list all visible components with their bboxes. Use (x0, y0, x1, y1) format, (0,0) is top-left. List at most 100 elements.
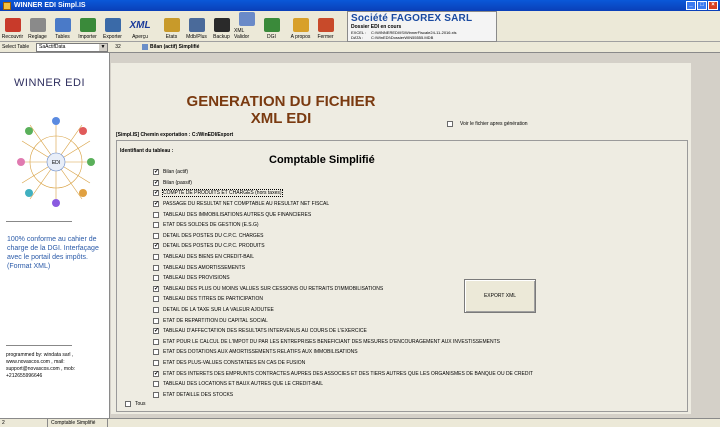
checkbox[interactable]: ✓ (153, 169, 159, 176)
voir-fichier-label: Voir le fichier apres génération (460, 121, 528, 127)
table-checkbox-item[interactable]: TABLEAU DES BIENS EN CREDIT-BAIL (153, 252, 533, 263)
checkbox[interactable] (153, 232, 159, 239)
table-checkbox-item[interactable]: ETAT DES PLUS-VALUES CONSTATEES EN CAS D… (153, 358, 533, 369)
checkbox-label: TABLEAU DES IMMOBILISATIONS AUTRES QUE F… (163, 211, 312, 218)
toolbar-button[interactable]: XML Validor (234, 11, 259, 42)
checkbox[interactable] (153, 211, 159, 218)
toolbar-button[interactable]: Etats (159, 11, 184, 42)
data-label: DATA : (351, 35, 364, 40)
table-checkbox-item[interactable]: ETAT DETAILLE DES STOCKS (153, 389, 533, 400)
checkbox[interactable] (153, 222, 159, 229)
page-title-line2: XML EDI (250, 110, 312, 127)
data-path-row: DATA : C:\WinEDI\DossierWIN55555.MDB (351, 35, 493, 40)
recouvrir-icon (4, 18, 21, 32)
tools-icon (29, 18, 46, 32)
reports-icon (163, 18, 180, 32)
main-content: GENERATION DU FICHIER XML EDI Voir le fi… (111, 53, 720, 418)
status-record: 2 (0, 418, 48, 427)
chevron-down-icon[interactable]: ▼ (99, 43, 107, 51)
table-checkbox-item[interactable]: TABLEAU DES LOCATIONS ET BAUX AUTRES QUE… (153, 379, 533, 390)
toolbar-button[interactable]: Reglage (25, 11, 50, 42)
checkbox[interactable]: ✓ (153, 243, 159, 250)
toolbar-button[interactable]: XML Aperçu (125, 11, 155, 42)
table-checkbox-item[interactable]: ✓ Bilan (passif) (153, 178, 533, 189)
checkbox[interactable] (153, 307, 159, 314)
page-title: GENERATION DU FICHIER XML EDI (111, 93, 451, 127)
edi-network-diagram: EDI (17, 117, 95, 207)
export-xml-button[interactable]: EXPORT XML (464, 279, 536, 313)
window-controls: _ □ × (686, 1, 718, 10)
table-checkbox-item[interactable]: ETAT POUR LE CALCUL DE L'IMPOT DU PAR LE… (153, 337, 533, 348)
checkbox[interactable]: ✓ (153, 285, 159, 292)
table-select[interactable]: SaActifData ▼ (36, 42, 108, 52)
tables-icon (54, 18, 71, 32)
toolbar-button-label: Fermer (317, 34, 334, 40)
toolbar-button[interactable]: DGI (259, 11, 284, 42)
table-checkbox-item[interactable]: ✓ COMPTE DE PRODUITS ET CHARGES (hors tax… (153, 188, 533, 199)
toolbar-button[interactable]: Tables (50, 11, 75, 42)
toolbar-button[interactable]: Exporter (100, 11, 125, 42)
table-checkbox-item[interactable]: TABLEAU DES IMMOBILISATIONS AUTRES QUE F… (153, 209, 533, 220)
checkbox-label: ETAT POUR LE CALCUL DE L'IMPOT DU PAR LE… (163, 338, 500, 345)
dgi-icon (263, 18, 280, 32)
toolbar-button-label: Etats (165, 34, 178, 40)
close-button[interactable]: × (708, 1, 718, 10)
checkbox[interactable] (153, 338, 159, 345)
table-checkbox-item[interactable]: ✓ Bilan (actif) (153, 167, 533, 178)
validator-icon (238, 12, 255, 26)
voir-fichier-checkbox[interactable] (447, 121, 453, 127)
select-table-label: Select Table (2, 44, 30, 50)
checkbox[interactable] (153, 391, 159, 398)
checkbox[interactable]: ✓ (153, 201, 159, 208)
toolbar-button-label: Reglage (28, 34, 47, 40)
checkbox[interactable] (153, 359, 159, 366)
checkbox[interactable] (153, 275, 159, 282)
table-checkbox-item[interactable]: ETAT DES SOLDES DE GESTION (E.S.G) (153, 220, 533, 231)
diagram-center-label: EDI (52, 160, 60, 166)
table-checkbox-item[interactable]: ETAT DES DOTATIONS AUX AMORTISSEMENTS RE… (153, 347, 533, 358)
checkbox[interactable] (153, 381, 159, 388)
checkbox[interactable]: ✓ (153, 328, 159, 335)
maximize-button[interactable]: □ (697, 1, 707, 10)
checkbox[interactable]: ✓ (153, 190, 159, 197)
contact-info: programmed by: windata sarl , www.novasc… (6, 352, 75, 379)
toolbar-button-label: Importer (78, 34, 97, 40)
table-checkbox-item[interactable]: TABLEAU DES AMORTISSEMENTS (153, 262, 533, 273)
identifiant-label: Identifiant du tableau : (120, 148, 174, 154)
checkbox[interactable]: ✓ (153, 370, 159, 377)
table-checkbox-item[interactable]: ✓ PASSAGE DU RESULTAT NET COMPTABLE AU RE… (153, 199, 533, 210)
toolbar-button[interactable]: Fermer (313, 11, 338, 42)
data-path: C:\WinEDI\DossierWIN55555.MDB (371, 35, 434, 40)
table-checkbox-item[interactable]: ✓ DETAIL DES POSTES DU C.P.C. PRODUITS (153, 241, 533, 252)
checkbox[interactable] (153, 254, 159, 261)
toolbar-button-label: Tables (55, 34, 70, 40)
checkbox[interactable] (153, 349, 159, 356)
checkbox[interactable]: ✓ (153, 179, 159, 186)
toolbar-button[interactable]: Mdb/Plus (184, 11, 209, 42)
title-bar: WINNER EDI Simpl.IS _ □ × (0, 0, 720, 11)
checkbox[interactable] (153, 317, 159, 324)
voir-fichier-option[interactable]: Voir le fichier apres génération (447, 121, 528, 127)
table-checkbox-item[interactable]: ✓ TABLEAU D'AFFECTATION DES RESULTATS INT… (153, 326, 533, 337)
toolbar-button[interactable]: Backup (209, 11, 234, 42)
toolbar-button-label: XML Validor (234, 28, 250, 40)
checkbox[interactable] (153, 296, 159, 303)
table-checkbox-item[interactable]: DETAIL DES POSTES DU C.P.C. CHARGES (153, 231, 533, 242)
toolbar-button[interactable]: A propos (288, 11, 313, 42)
table-select-value: SaActifData (39, 44, 66, 50)
checkbox-label: TABLEAU DES LOCATIONS ET BAUX AUTRES QUE… (163, 381, 324, 388)
export-icon (104, 18, 121, 32)
checkbox-label: DETAIL DES POSTES DU C.P.C. PRODUITS (163, 243, 265, 250)
table-count: 32 (115, 44, 121, 50)
toolbar-button[interactable]: Recouvrir (0, 11, 25, 42)
table-checkbox-item[interactable]: ✓ ETAT DES INTERETS DES EMPRUNTS CONTRACT… (153, 368, 533, 379)
minimize-button[interactable]: _ (686, 1, 696, 10)
checkbox[interactable] (153, 264, 159, 271)
database-icon (188, 18, 205, 32)
tous-option[interactable]: Tous (125, 401, 146, 407)
toolbar-button-label: Recouvrir (1, 34, 24, 40)
table-checkbox-item[interactable]: ETAT DE REPARTITION DU CAPITAL SOCIAL (153, 315, 533, 326)
tous-checkbox[interactable] (125, 401, 131, 407)
status-mode: Comptable Simplifié (48, 418, 108, 427)
toolbar-button[interactable]: Importer (75, 11, 100, 42)
